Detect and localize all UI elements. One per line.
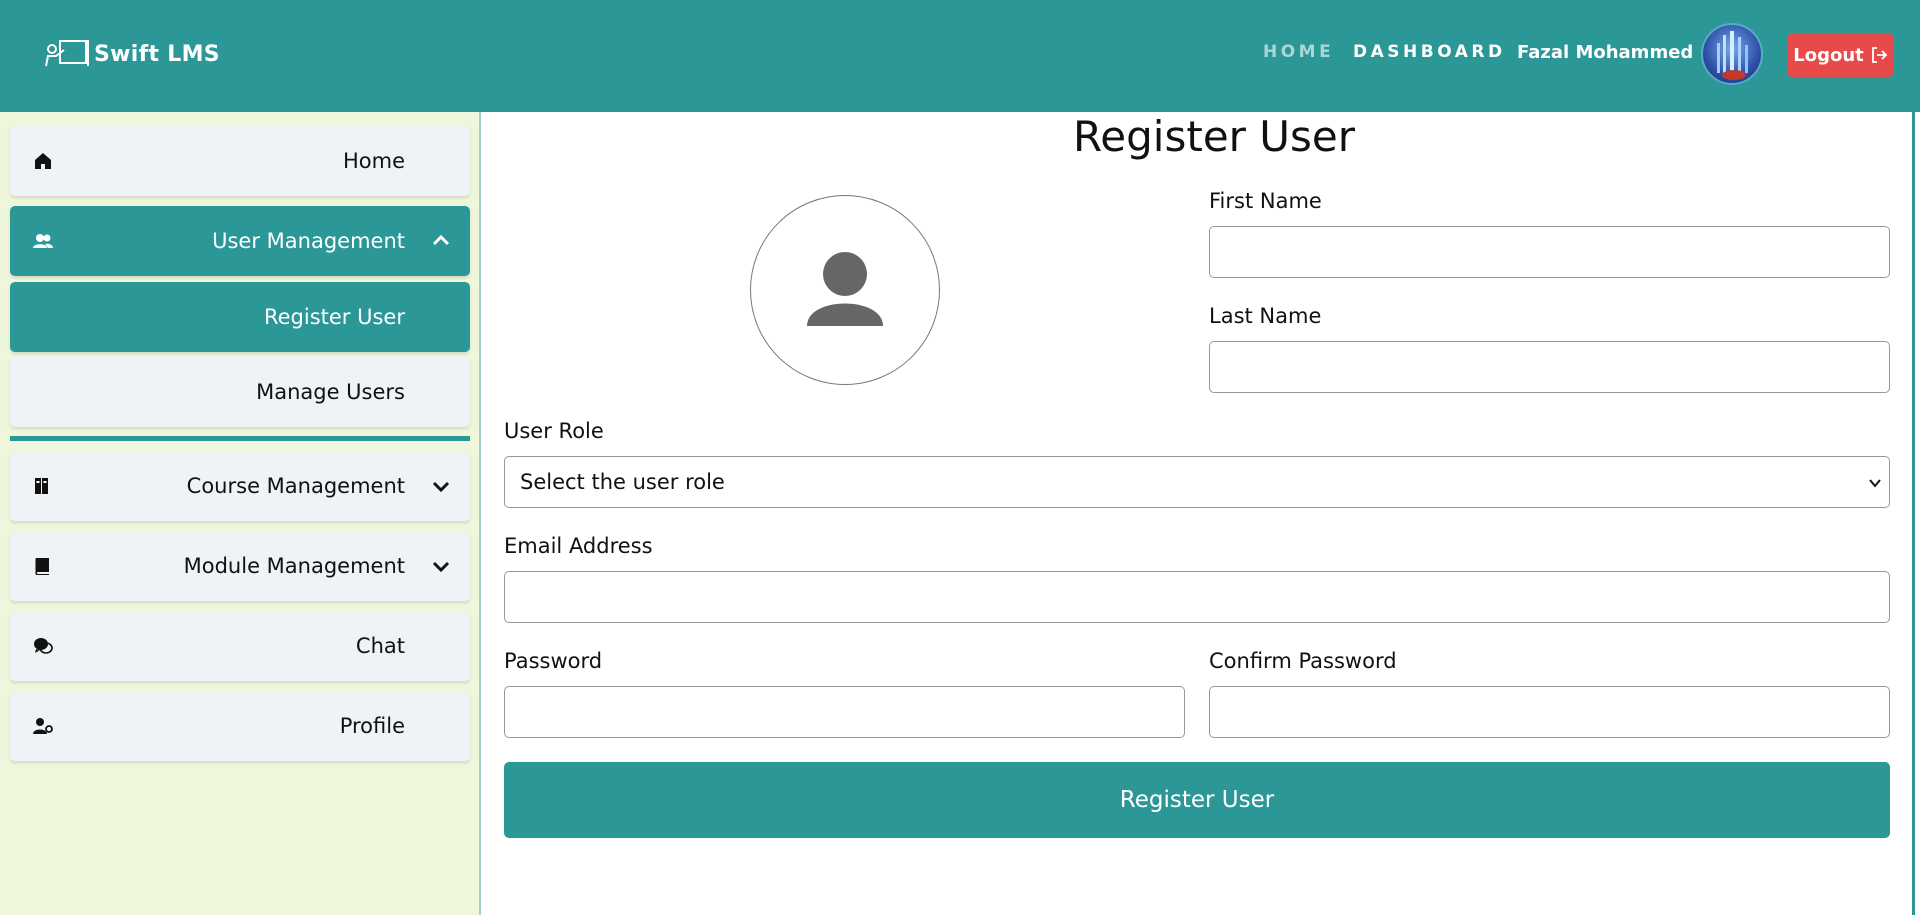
sidebar-item-profile[interactable]: Profile (10, 691, 470, 761)
confirm-password-field[interactable] (1209, 686, 1890, 738)
sidebar-item-label: Register User (263, 305, 405, 329)
nav-home-link[interactable]: HOME (1263, 42, 1334, 62)
scrollbar-edge (1912, 112, 1915, 915)
first-name-label: First Name (1209, 189, 1322, 213)
users-icon (33, 234, 53, 248)
sidebar-item-manage-users[interactable]: Manage Users (10, 357, 470, 427)
avatar-image (1717, 31, 1748, 80)
sidebar-item-chat[interactable]: Chat (10, 611, 470, 681)
chevron-down-icon[interactable] (430, 475, 452, 497)
sidebar-item-label: Chat (355, 634, 405, 658)
email-field[interactable] (504, 571, 1890, 623)
logout-icon (1871, 47, 1888, 63)
brand-name: Swift LMS (94, 41, 220, 67)
register-user-button-label: Register User (1119, 787, 1275, 813)
last-name-field[interactable] (1209, 341, 1890, 393)
avatar[interactable] (1701, 23, 1763, 85)
chevron-up-icon[interactable] (430, 230, 452, 252)
page-title: Register User (1073, 112, 1356, 161)
last-name-label: Last Name (1209, 304, 1322, 328)
book-icon (35, 558, 49, 575)
sidebar-item-register-user[interactable]: Register User (10, 282, 470, 352)
teacher-board-icon (45, 40, 89, 67)
top-header: Swift LMS HOME DASHBOARD Fazal Mohammed … (0, 0, 1920, 112)
chevron-down-icon[interactable] (430, 555, 452, 577)
logout-button[interactable]: Logout (1787, 33, 1894, 77)
user-gear-icon (33, 718, 53, 734)
sidebar-item-user-management[interactable]: User Management (10, 206, 470, 276)
user-role-label: User Role (504, 419, 604, 443)
user-placeholder-icon (807, 252, 883, 326)
nav-dashboard-link[interactable]: DASHBOARD (1353, 42, 1506, 62)
sidebar-item-label: Home (342, 149, 405, 173)
sidebar-item-label: Profile (339, 714, 405, 738)
books-icon (35, 478, 48, 494)
sidebar-item-course-management[interactable]: Course Management (10, 451, 470, 521)
sidebar-item-label: Course Management (186, 474, 405, 498)
password-field[interactable] (504, 686, 1185, 738)
password-label: Password (504, 649, 603, 673)
sidebar-item-module-management[interactable]: Module Management (10, 531, 470, 601)
user-role-selected: Select the user role (520, 470, 725, 494)
logout-label: Logout (1793, 44, 1864, 66)
user-role-select[interactable]: Select the user role (504, 456, 1890, 508)
sidebar: Home User Management Register User Manag… (0, 112, 481, 915)
email-label: Email Address (504, 534, 653, 558)
user-name[interactable]: Fazal Mohammed (1517, 42, 1693, 63)
sidebar-item-label: Manage Users (256, 380, 405, 404)
chat-icon (34, 638, 53, 654)
chevron-down-icon (1869, 479, 1881, 488)
sidebar-item-home[interactable]: Home (10, 126, 470, 196)
register-user-button[interactable]: Register User (504, 762, 1890, 838)
sidebar-item-label: Module Management (183, 554, 405, 578)
profile-picture-upload[interactable] (750, 195, 940, 385)
sidebar-item-label: User Management (212, 229, 405, 253)
brand[interactable]: Swift LMS (44, 38, 220, 70)
sidebar-divider (10, 436, 470, 441)
home-icon (35, 153, 51, 169)
first-name-field[interactable] (1209, 226, 1890, 278)
confirm-password-label: Confirm Password (1209, 649, 1397, 673)
